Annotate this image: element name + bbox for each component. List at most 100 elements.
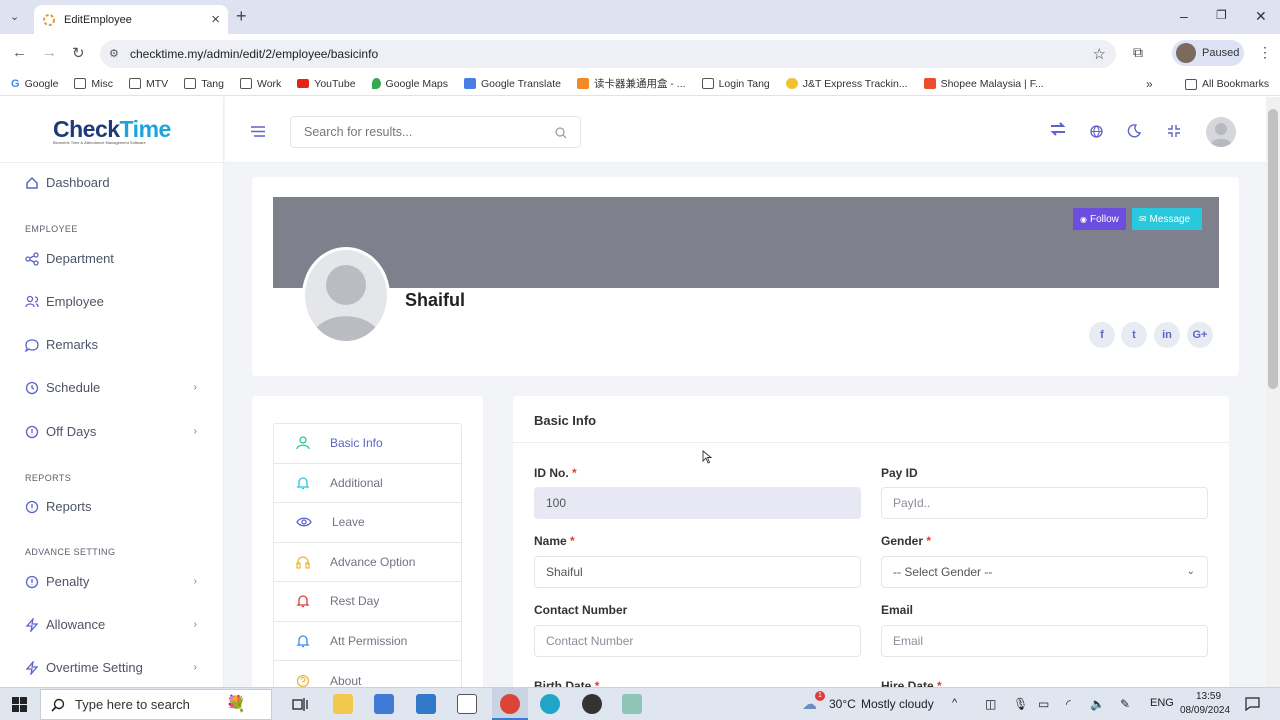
jt-icon [785, 78, 798, 89]
globe-icon[interactable] [1090, 125, 1103, 138]
bookmark-misc[interactable]: Misc [74, 78, 113, 90]
app-icon[interactable] [582, 694, 602, 714]
url-omnibox[interactable]: ⚙ checktime.my/admin/edit/2/employee/bas… [100, 40, 1116, 68]
sidebar-item-department[interactable]: Department [25, 251, 205, 266]
clock-date[interactable]: 08/09/2024 [1180, 705, 1230, 716]
sidebar-item-penalty[interactable]: Penalty › [25, 574, 205, 589]
payid-field[interactable]: PayId.. [881, 487, 1208, 519]
user-avatar[interactable] [1206, 117, 1236, 147]
app-logo[interactable]: CheckTime [53, 116, 171, 143]
google-plus-icon[interactable]: G+ [1187, 322, 1213, 348]
weather-desc[interactable]: Mostly cloudy [861, 697, 934, 711]
twitter-icon[interactable]: t [1121, 322, 1147, 348]
reload-icon[interactable]: ↻ [72, 44, 85, 62]
sidebar-item-dashboard[interactable]: Dashboard [25, 175, 205, 190]
sidebar-item-schedule[interactable]: Schedule › [25, 380, 205, 395]
tab-close-icon[interactable]: × [211, 11, 220, 28]
bookmark-work[interactable]: Work [239, 77, 282, 90]
volume-icon[interactable]: 🔈 [1090, 697, 1105, 711]
windows-start-icon[interactable] [12, 697, 27, 712]
store-icon[interactable] [374, 694, 394, 714]
tab-list-chevron-icon[interactable]: ⌄ [10, 10, 19, 23]
sync-icon[interactable] [1049, 121, 1067, 137]
menu-item-rest-day[interactable]: Rest Day [274, 582, 461, 622]
profile-button[interactable]: Paused [1172, 40, 1244, 66]
language-indicator[interactable]: ENG [1150, 697, 1174, 709]
minimize-icon[interactable]: – [1180, 8, 1188, 24]
menu-item-leave[interactable]: Leave [274, 503, 461, 543]
maximize-icon[interactable]: ❐ [1216, 8, 1227, 22]
bookmark-google-translate[interactable]: Google Translate [464, 78, 561, 90]
fullscreen-exit-icon[interactable] [1167, 124, 1181, 138]
menu-item-about[interactable]: About [274, 661, 461, 687]
contact-field[interactable]: Contact Number [534, 625, 861, 657]
clock-time[interactable]: 13:59 [1196, 691, 1221, 702]
linkedin-icon[interactable]: in [1154, 322, 1180, 348]
bookmark-star-icon[interactable]: ☆ [1093, 45, 1106, 63]
back-icon[interactable]: ← [12, 44, 27, 61]
sidebar-item-off-days[interactable]: Off Days › [25, 424, 205, 439]
notification-icon[interactable] [1245, 697, 1260, 711]
name-field[interactable]: Shaiful [534, 556, 861, 588]
menu-item-basic-info[interactable]: Basic Info [274, 424, 461, 464]
bookmark-card-reader[interactable]: 读卡器兼通用盒 - ... [576, 76, 686, 91]
sidebar-item-overtime[interactable]: Overtime Setting › [25, 660, 205, 675]
more-bookmarks-icon[interactable]: » [1146, 77, 1153, 91]
all-bookmarks[interactable]: All Bookmarks [1185, 78, 1269, 90]
extensions-icon[interactable]: ⧉ [1133, 44, 1143, 61]
bookmark-google[interactable]: G Google [11, 78, 58, 90]
app-icon[interactable] [622, 694, 642, 714]
bookmark-mtv[interactable]: MTV [129, 78, 168, 90]
gender-select[interactable]: -- Select Gender -- ⌄ [881, 556, 1208, 588]
bookmark-tang[interactable]: Tang [184, 78, 224, 90]
meet-now-icon[interactable]: ◫ [985, 697, 996, 711]
menu-toggle-icon[interactable] [251, 126, 265, 137]
sidebar-item-employee[interactable]: Employee [25, 294, 205, 309]
search-icon[interactable] [555, 127, 567, 139]
mail-icon[interactable] [416, 694, 436, 714]
bookmark-youtube[interactable]: YouTube [297, 78, 356, 90]
weather-temp[interactable]: 30°C [829, 697, 856, 711]
bookmark-google-maps[interactable]: Google Maps [371, 78, 448, 90]
id-field[interactable]: 100 [534, 487, 861, 519]
share-icon [25, 251, 39, 266]
menu-item-advance-option[interactable]: Advance Option [274, 543, 461, 582]
show-hidden-icons[interactable]: ^ [952, 697, 957, 709]
pen-icon[interactable]: ✎ [1120, 697, 1130, 711]
bookmark-shopee[interactable]: Shopee Malaysia | F... [923, 77, 1044, 90]
edge-icon[interactable] [540, 694, 560, 714]
taskbar-search[interactable]: Type here to search 💐 [40, 689, 272, 720]
scrollbar-thumb[interactable] [1268, 109, 1278, 389]
moon-icon[interactable] [1127, 124, 1141, 138]
chrome-icon[interactable] [500, 694, 520, 714]
sidebar-item-reports[interactable]: Reports [25, 499, 205, 514]
facebook-icon[interactable]: f [1089, 322, 1115, 348]
wifi-icon[interactable]: ◜ [1066, 697, 1071, 711]
bookmark-label: Shopee Malaysia | F... [940, 77, 1044, 90]
task-view-icon[interactable] [292, 697, 308, 712]
menu-item-att-permission[interactable]: Att Permission [274, 622, 461, 661]
message-button[interactable]: ✉ Message [1132, 208, 1202, 230]
site-info-icon[interactable]: ⚙ [109, 47, 119, 60]
name-label: Name * [534, 534, 575, 548]
new-tab-icon[interactable]: + [236, 6, 247, 27]
microphone-icon[interactable]: 🎙 [1013, 697, 1028, 711]
menu-item-additional[interactable]: Additional [274, 464, 461, 503]
search-input[interactable]: Search for results... [290, 116, 581, 148]
bookmark-label: Work [256, 77, 282, 90]
browser-tab[interactable]: EditEmployee × [34, 5, 228, 34]
battery-icon[interactable]: ▭ [1038, 697, 1049, 711]
page-scrollbar[interactable] [1266, 97, 1280, 687]
email-field[interactable]: Email [881, 625, 1208, 657]
sidebar-item-remarks[interactable]: Remarks [25, 337, 205, 352]
browser-menu-icon[interactable]: ⋮ [1258, 44, 1272, 61]
follow-button[interactable]: ◉ Follow [1073, 208, 1126, 230]
google-icon: G [11, 77, 20, 90]
close-window-icon[interactable]: ✕ [1255, 8, 1267, 25]
bookmark-jt-express[interactable]: J&T Express Trackin... [785, 78, 908, 90]
bookmark-login-tang[interactable]: Login Tang [701, 78, 770, 90]
forward-icon[interactable]: → [42, 44, 57, 61]
notepad-icon[interactable] [457, 694, 477, 714]
file-explorer-icon[interactable] [333, 694, 353, 714]
sidebar-item-allowance[interactable]: Allowance › [25, 617, 205, 632]
